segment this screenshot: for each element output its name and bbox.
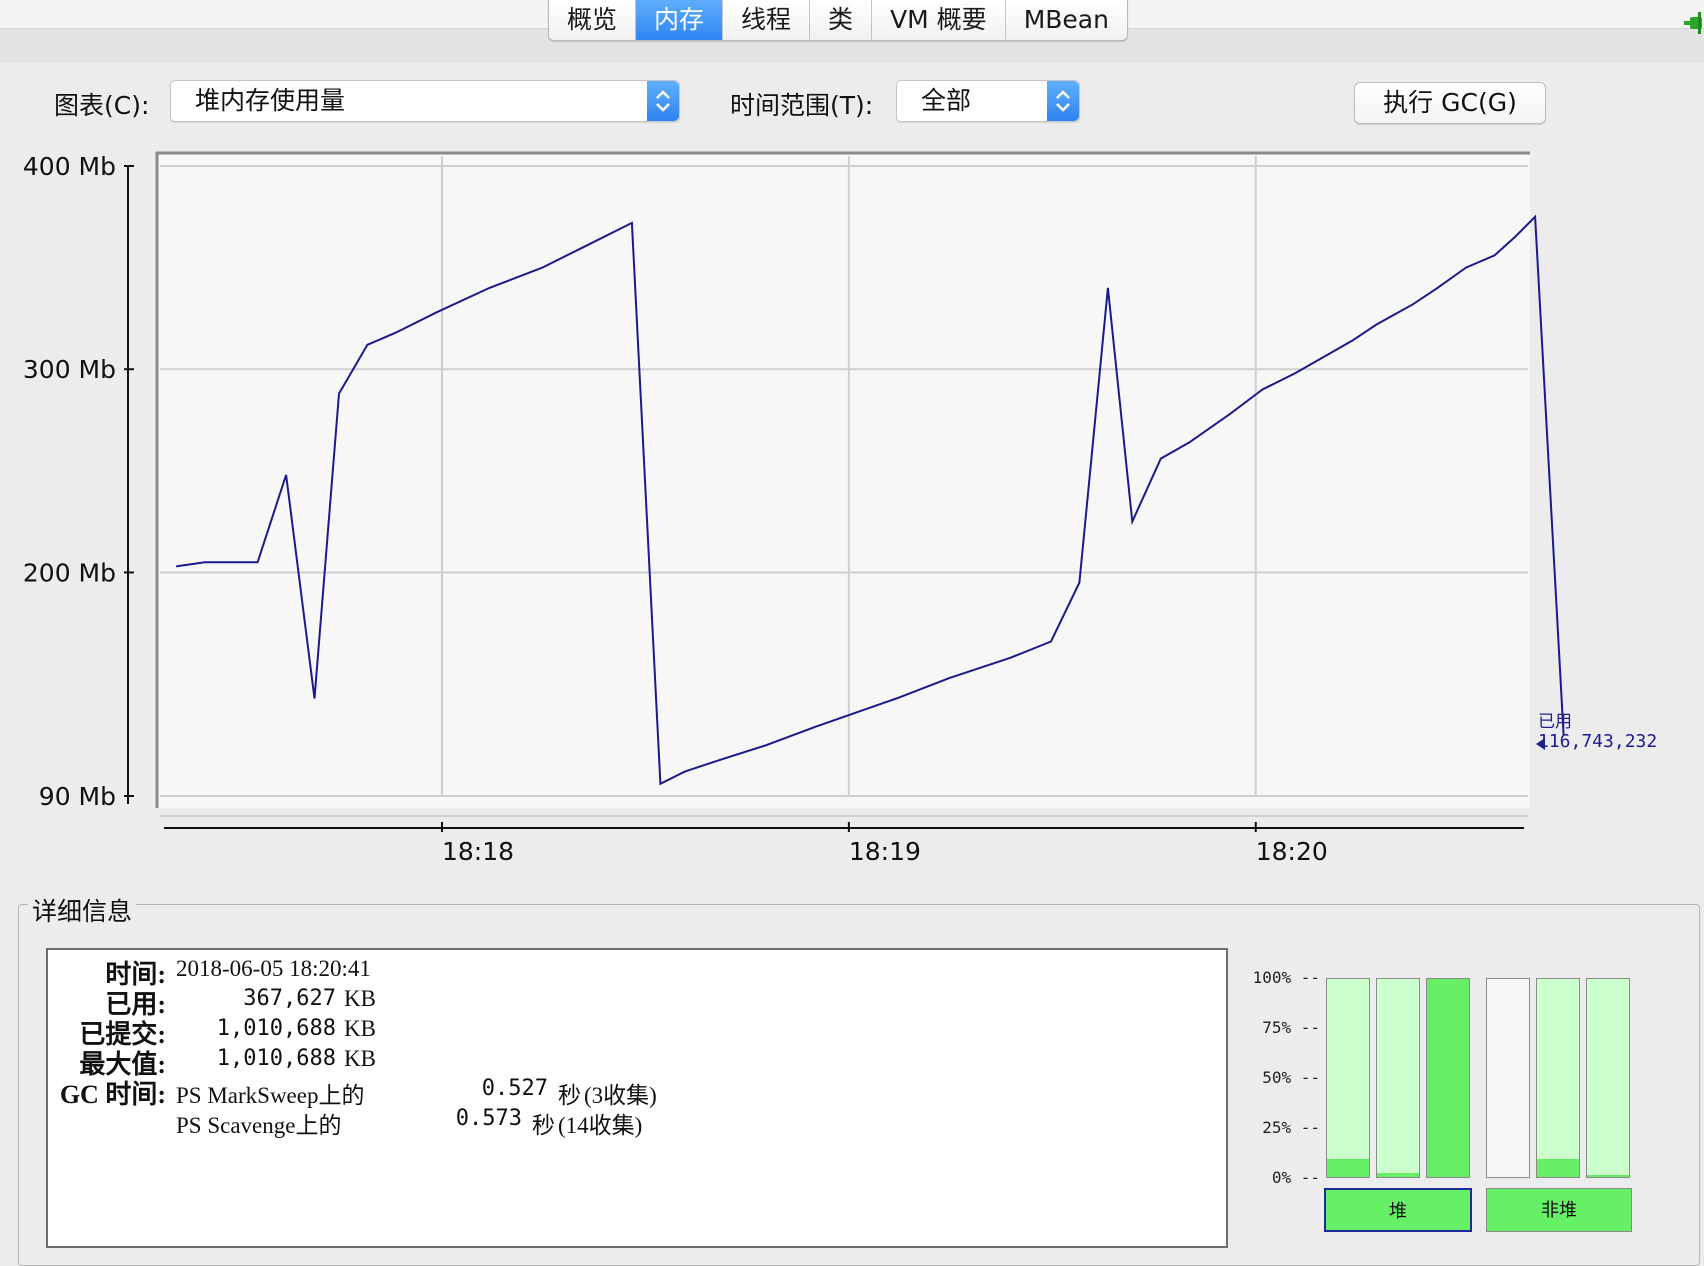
y-tick-label: 300 Mb xyxy=(23,355,116,384)
details-panel: 时间: 2018-06-05 18:20:41 已用: 367,627 KB 已… xyxy=(46,948,1228,1248)
memory-pool-bar[interactable] xyxy=(1536,978,1580,1178)
connection-plug-icon[interactable] xyxy=(1684,12,1704,34)
nonheap-button[interactable]: 非堆 xyxy=(1486,1188,1632,1232)
chart-selector[interactable]: 堆内存使用量 xyxy=(170,80,680,122)
y-tick-label: 400 Mb xyxy=(23,152,116,181)
gc-collector-time: 0.573 xyxy=(455,1106,522,1131)
gc-collector-name: PS MarkSweep上的 xyxy=(176,1083,365,1108)
memory-pool-fill xyxy=(1537,1159,1579,1177)
chart-selector-value: 堆内存使用量 xyxy=(195,86,346,115)
details-title: 详细信息 xyxy=(28,892,137,928)
used-legend: 已用 116,743,232 xyxy=(1538,712,1657,752)
tab-threads[interactable]: 线程 xyxy=(723,0,811,40)
time-value: 2018-06-05 18:20:41 xyxy=(176,956,371,981)
memory-pool-bar[interactable] xyxy=(1426,978,1470,1178)
memory-pool-fill xyxy=(1427,979,1469,1177)
memory-pool-bar[interactable] xyxy=(1326,978,1370,1178)
gc-collector-count: (3收集) xyxy=(584,1083,657,1108)
memory-pool-bar[interactable] xyxy=(1586,978,1630,1178)
legend-pointer-icon xyxy=(1536,738,1545,750)
used-value: 367,627 xyxy=(243,986,336,1011)
gauge-tick-25: 25% -- xyxy=(1262,1118,1320,1137)
tab-memory[interactable]: 内存 xyxy=(636,0,724,40)
x-axis: 18:18 18:19 18:20 xyxy=(164,822,1524,866)
x-tick-label: 18:18 xyxy=(442,837,514,866)
gc-collector-unit: 秒 xyxy=(558,1083,581,1108)
memory-pool-fill xyxy=(1587,1175,1629,1177)
tab-bar: 概览 内存 线程 类 VM 概要 MBean xyxy=(548,0,1128,41)
tab-classes[interactable]: 类 xyxy=(810,0,873,40)
heap-memory-chart: 400 Mb 300 Mb 200 Mb 90 Mb 18:18 18:19 18:20 xyxy=(23,151,1565,866)
gauge-tick-0: 0% -- xyxy=(1271,1168,1320,1187)
committed-value: 1,010,688 xyxy=(216,1016,336,1041)
plot-area xyxy=(156,152,1530,808)
y-axis: 400 Mb 300 Mb 200 Mb 90 Mb xyxy=(23,152,134,811)
chevron-updown-icon xyxy=(1047,81,1079,121)
gauge-tick-75: 75% -- xyxy=(1262,1018,1320,1037)
memory-pool-bar[interactable] xyxy=(1376,978,1420,1178)
memory-pool-fill xyxy=(1327,1159,1369,1177)
tab-vm-summary[interactable]: VM 概要 xyxy=(872,0,1006,40)
used-legend-value: 116,743,232 xyxy=(1538,731,1658,752)
y-tick-label: 200 Mb xyxy=(23,558,116,587)
used-legend-label: 已用 xyxy=(1538,712,1572,732)
heap-button[interactable]: 堆 xyxy=(1324,1188,1472,1232)
memory-pool-bar[interactable] xyxy=(1486,978,1530,1178)
perform-gc-button[interactable]: 执行 GC(G) xyxy=(1354,82,1546,124)
chart-selector-label: 图表(C): xyxy=(54,91,150,120)
gc-time-label: GC 时间: xyxy=(59,1080,166,1109)
gc-collector-name: PS Scavenge上的 xyxy=(176,1113,342,1138)
gauge-tick-50: 50% -- xyxy=(1262,1068,1320,1087)
gc-collector-time: 0.527 xyxy=(481,1076,548,1101)
committed-unit: KB xyxy=(344,1016,376,1041)
chevron-updown-icon xyxy=(647,81,679,121)
memory-pool-fill xyxy=(1377,1173,1419,1177)
used-unit: KB xyxy=(344,986,376,1011)
max-unit: KB xyxy=(344,1046,376,1071)
time-range-value: 全部 xyxy=(921,86,972,115)
max-value: 1,010,688 xyxy=(216,1046,336,1071)
gc-collector-count: (14收集) xyxy=(558,1113,643,1138)
x-tick-label: 18:19 xyxy=(849,837,921,866)
y-tick-label: 90 Mb xyxy=(39,782,116,811)
tab-overview[interactable]: 概览 xyxy=(549,0,637,40)
time-range-label: 时间范围(T): xyxy=(730,91,874,120)
tab-mbean[interactable]: MBean xyxy=(1005,0,1127,40)
gauge-tick-100: 100% -- xyxy=(1252,968,1320,987)
gc-collector-unit: 秒 xyxy=(532,1113,555,1138)
time-range-selector[interactable]: 全部 xyxy=(896,80,1080,122)
x-tick-label: 18:20 xyxy=(1256,837,1328,866)
